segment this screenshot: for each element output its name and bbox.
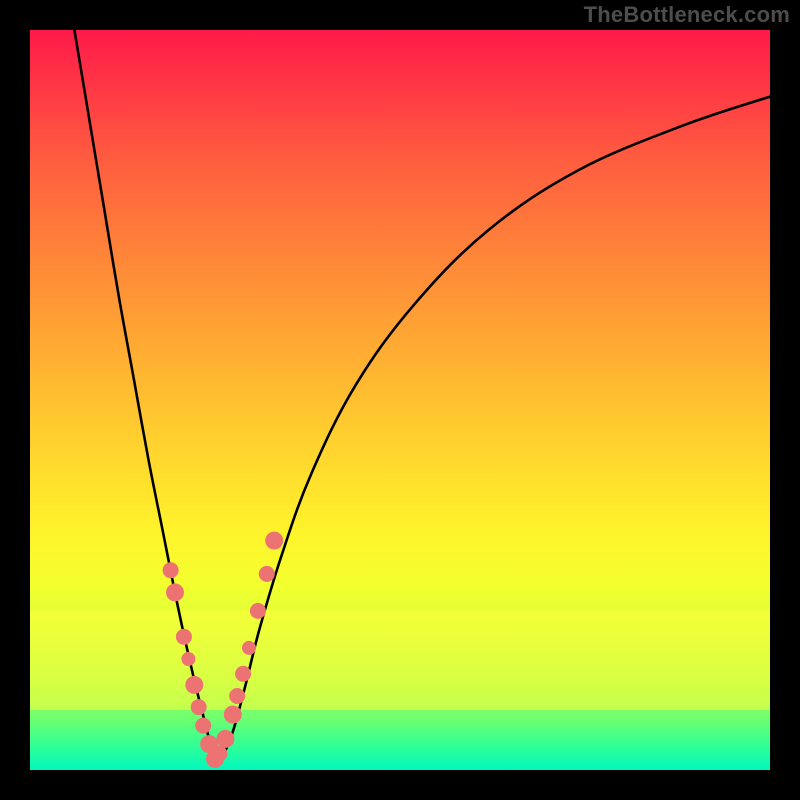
data-point (166, 583, 184, 601)
data-point (195, 718, 211, 734)
outer-frame: TheBottleneck.com (0, 0, 800, 800)
data-point (185, 676, 203, 694)
data-point (181, 652, 195, 666)
bottleneck-curve (74, 30, 770, 763)
data-point (265, 532, 283, 550)
chart-svg (30, 30, 770, 770)
marker-group (163, 532, 284, 768)
data-point (229, 688, 245, 704)
data-point (163, 562, 179, 578)
data-point (242, 641, 256, 655)
data-point (259, 566, 275, 582)
data-point (224, 706, 242, 724)
data-point (216, 730, 234, 748)
data-point (235, 666, 251, 682)
data-point (211, 746, 227, 762)
data-point (191, 699, 207, 715)
data-point (176, 629, 192, 645)
watermark-text: TheBottleneck.com (584, 2, 790, 28)
curve-group (74, 30, 770, 763)
data-point (250, 603, 266, 619)
